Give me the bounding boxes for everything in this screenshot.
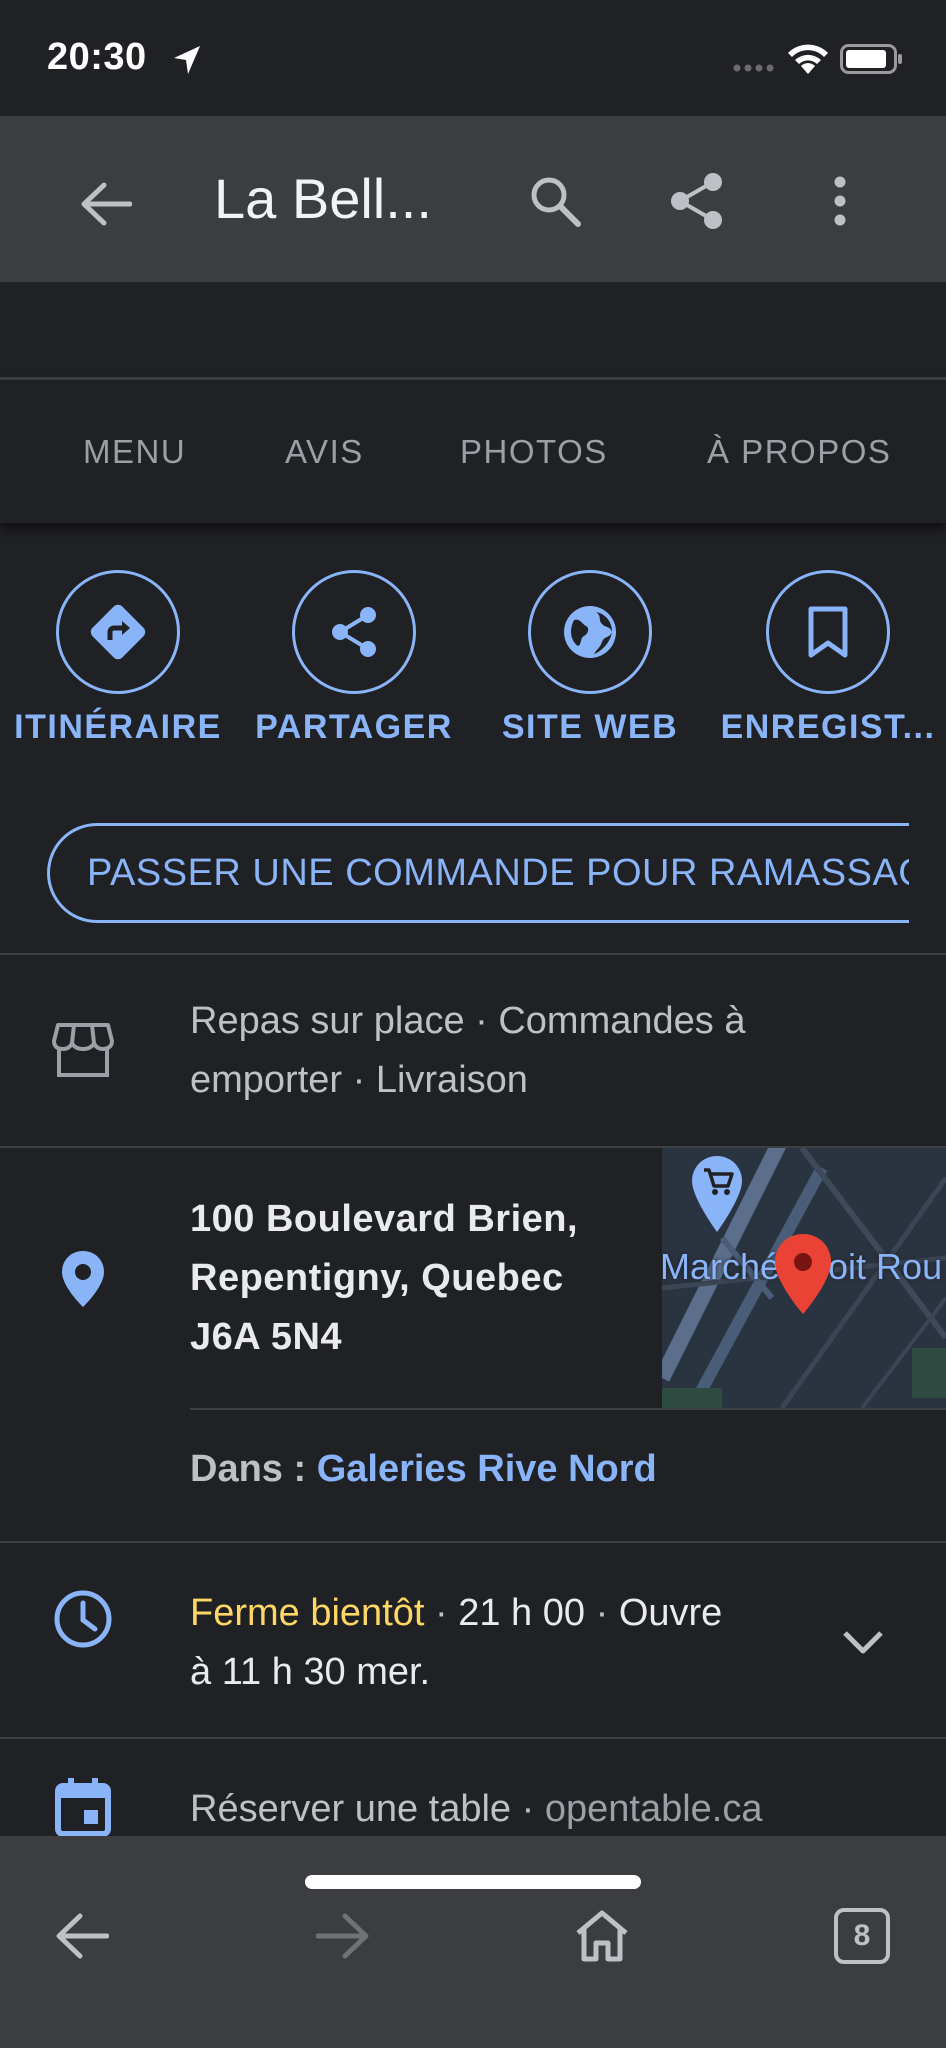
located-in-prefix: Dans : [190, 1448, 317, 1490]
battery-icon [840, 44, 902, 74]
chevron-down-icon [843, 1631, 883, 1654]
browser-tabs-button[interactable]: 8 [822, 1896, 902, 1976]
home-indicator[interactable] [305, 1875, 641, 1889]
status-time: 20:30 [47, 36, 147, 78]
hours-separator: · [424, 1592, 459, 1634]
tab-count: 8 [834, 1908, 890, 1964]
share-button[interactable] [660, 166, 734, 236]
tab-menu[interactable]: MENU [83, 433, 186, 471]
reserve-separator: · [511, 1788, 545, 1830]
location-pin-icon [58, 1248, 108, 1310]
share-icon [332, 607, 376, 657]
arrow-forward-icon [316, 1913, 369, 1959]
hours-opens: Ouvre [618, 1592, 723, 1634]
divider [0, 953, 946, 955]
order-pickup-button[interactable]: PASSER UNE COMMANDE POUR RAMASSAGE [47, 823, 909, 923]
place-pin-icon [775, 1234, 831, 1314]
calendar-icon [52, 1776, 114, 1838]
divider [0, 1737, 946, 1739]
arrow-back-icon [56, 1913, 109, 1959]
share-place-button[interactable]: PARTAGER [236, 570, 472, 747]
directions-label: ITINÉRAIRE [14, 708, 222, 746]
located-in-link[interactable]: Galeries Rive Nord [317, 1448, 657, 1490]
wifi-icon [788, 44, 828, 74]
directions-icon [90, 604, 146, 660]
tab-about[interactable]: À PROPOS [707, 433, 891, 471]
located-in: Dans : Galeries Rive Nord [190, 1448, 657, 1491]
arrow-back-icon [81, 182, 132, 226]
browser-home-button[interactable] [562, 1896, 642, 1976]
browser-forward-button[interactable] [303, 1896, 383, 1976]
globe-icon [564, 606, 616, 658]
service-options: Repas sur place · Commandes à emporter ·… [190, 992, 745, 1110]
hours-line2: à 11 h 30 mer. [190, 1651, 431, 1693]
page-title: La Bell... [214, 167, 432, 230]
reserve-table[interactable]: Réserver une table · opentable.ca [190, 1780, 763, 1839]
reserve-provider: opentable.ca [544, 1788, 763, 1830]
tab-bar: MENU AVIS PHOTOS À PROPOS [0, 383, 946, 523]
tab-reviews[interactable]: AVIS [285, 433, 364, 471]
search-button[interactable] [520, 166, 590, 236]
hours-separator: · [585, 1592, 619, 1634]
divider [0, 1541, 946, 1543]
home-icon [576, 1910, 628, 1962]
action-buttons: ITINÉRAIRE PARTAGER SITE WEB ENREGIST... [0, 540, 946, 780]
shopping-cart-pin-icon [692, 1156, 742, 1232]
directions-button[interactable]: ITINÉRAIRE [0, 570, 236, 747]
location-arrow-icon [174, 46, 200, 74]
more-options-button[interactable] [810, 166, 870, 236]
address-line1: 100 Boulevard Brien, [190, 1198, 579, 1240]
website-button[interactable]: SITE WEB [472, 570, 708, 747]
status-bar: 20:30 [0, 0, 946, 116]
bookmark-icon [808, 606, 848, 658]
address[interactable]: 100 Boulevard Brien, Repentigny, Quebec … [190, 1190, 578, 1367]
back-button[interactable] [76, 174, 136, 234]
address-line2: Repentigny, Quebec [190, 1257, 564, 1299]
hours-status: Ferme bientôt [190, 1592, 425, 1634]
hours-closing-time: 21 h 00 [458, 1592, 586, 1634]
website-label: SITE WEB [501, 708, 679, 746]
service-options-line2: emporter · Livraison [190, 1059, 528, 1101]
search-icon [531, 177, 581, 227]
service-options-line1: Repas sur place · Commandes à [190, 1000, 746, 1042]
divider [190, 1408, 946, 1410]
share-icon [671, 173, 722, 229]
tab-photos[interactable]: PHOTOS [460, 433, 608, 471]
order-pickup-label: PASSER UNE COMMANDE POUR RAMASSAGE [87, 852, 909, 894]
cellular-signal-icon [733, 64, 774, 72]
app-bar: La Bell... [0, 116, 946, 282]
header-spacer [0, 282, 946, 380]
expand-hours-button[interactable] [835, 1615, 891, 1671]
address-line3: J6A 5N4 [190, 1316, 343, 1358]
more-vert-icon [834, 176, 846, 226]
browser-bottom-bar: 8 [0, 1836, 946, 2048]
share-label: PARTAGER [255, 708, 453, 746]
save-button[interactable]: ENREGIST... [710, 570, 946, 747]
clock-icon [52, 1588, 114, 1650]
reserve-table-label: Réserver une table [190, 1788, 512, 1830]
opening-hours[interactable]: Ferme bientôt · 21 h 00 · Ouvre à 11 h 3… [190, 1584, 810, 1702]
save-label: ENREGIST... [720, 708, 936, 746]
storefront-icon [52, 1020, 114, 1080]
browser-back-button[interactable] [42, 1896, 122, 1976]
map-thumbnail[interactable]: Marché Droit Rou [662, 1148, 946, 1408]
